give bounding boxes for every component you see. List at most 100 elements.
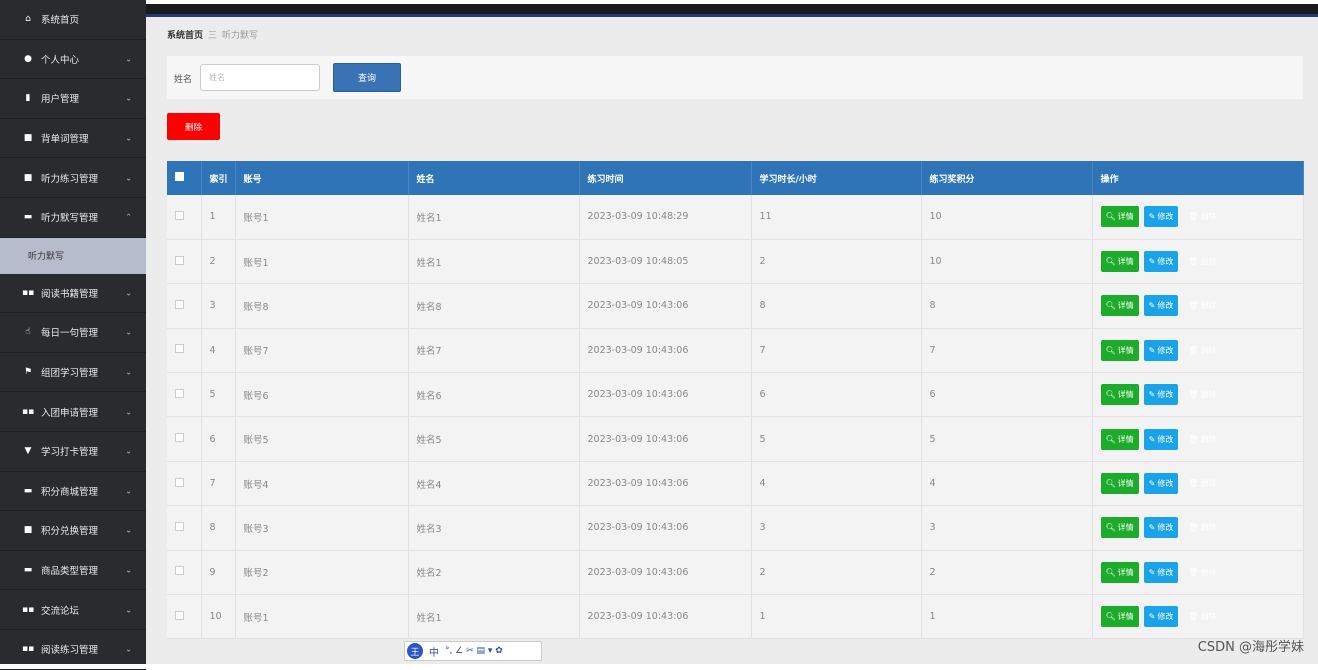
edit-button[interactable]: ✎ 修改 — [1143, 428, 1179, 450]
table-cell: 姓名8 — [408, 283, 580, 329]
row-delete-button[interactable]: 🗑︎ 删除 — [1183, 606, 1221, 627]
detail-button[interactable]: 🔍︎ 详情 — [1100, 473, 1139, 495]
edit-button[interactable]: ✎ 修改 — [1143, 561, 1179, 583]
row-delete-button[interactable]: 🗑︎ 删除 — [1183, 206, 1221, 227]
edit-button[interactable]: ✎ 修改 — [1143, 606, 1179, 628]
chevron-down-icon: ⌄ — [125, 367, 132, 377]
row-delete-button[interactable]: 🗑︎ 删除 — [1183, 473, 1221, 494]
row-checkbox[interactable] — [175, 566, 184, 576]
row-actions: 🔍︎ 详情 ✎ 修改 🗑︎ 删除 — [1100, 384, 1303, 406]
row-checkbox[interactable] — [175, 255, 184, 265]
detail-button[interactable]: 🔍︎ 详情 — [1100, 206, 1139, 228]
sidebar-item-label: 阅读练习管理 — [41, 645, 99, 657]
table-cell: 2023-03-09 10:43:06 — [579, 550, 752, 596]
detail-button[interactable]: 🔍︎ 详情 — [1100, 251, 1139, 273]
row-checkbox[interactable] — [175, 388, 184, 398]
sidebar-item-4[interactable]: ■ 听力练习管理 ⌄ — [0, 158, 146, 198]
row-delete-button-label: 删除 — [1200, 257, 1217, 267]
edit-button[interactable]: ✎ 修改 — [1143, 251, 1179, 273]
detail-button[interactable]: 🔍︎ 详情 — [1100, 517, 1139, 539]
select-all-checkbox[interactable] — [175, 172, 184, 181]
trash-icon: 🗑︎ — [1188, 301, 1199, 311]
row-delete-button[interactable]: 🗑︎ 删除 — [1183, 295, 1221, 316]
edit-button[interactable]: ✎ 修改 — [1143, 339, 1179, 361]
edit-button-label: 修改 — [1157, 212, 1174, 222]
ime-toolbar[interactable]: 王 中 °, ∠ ✂ ▤ ▾ ✿ — [404, 641, 542, 661]
detail-button[interactable]: 🔍︎ 详情 — [1100, 606, 1139, 628]
sidebar-item-label: 商品类型管理 — [41, 566, 99, 578]
chevron-down-icon: ⌄ — [125, 54, 132, 64]
row-checkbox[interactable] — [175, 210, 184, 220]
row-checkbox[interactable] — [175, 521, 184, 531]
detail-button[interactable]: 🔍︎ 详情 — [1100, 561, 1139, 583]
row-actions: 🔍︎ 详情 ✎ 修改 🗑︎ 删除 — [1100, 473, 1303, 495]
sidebar-item-11[interactable]: ▼ 学习打卡管理 ⌄ — [0, 432, 146, 472]
sidebar-item-1[interactable]: ● 个人中心 ⌄ — [0, 40, 146, 80]
sidebar-subitem-listening-dictation[interactable]: 听力默写 — [0, 237, 146, 274]
table-cell: 姓名6 — [408, 372, 580, 418]
row-checkbox[interactable] — [175, 610, 184, 620]
row-delete-button[interactable]: 🗑︎ 删除 — [1183, 517, 1221, 538]
row-actions-cell: 🔍︎ 详情 ✎ 修改 🗑︎ 删除 — [1092, 505, 1304, 551]
row-checkbox-cell — [167, 550, 202, 596]
sidebar-item-8[interactable]: ☝ 每日一句管理 ⌄ — [0, 313, 146, 353]
breadcrumb-home[interactable]: 系统首页 — [167, 31, 203, 41]
row-delete-button[interactable]: 🗑︎ 删除 — [1183, 562, 1221, 583]
menu-icon: ⌂ — [25, 14, 31, 25]
row-actions-cell: 🔍︎ 详情 ✎ 修改 🗑︎ 删除 — [1092, 239, 1304, 285]
search-panel: 姓名 查询 — [167, 56, 1303, 99]
ime-tools-icons[interactable]: °, ∠ ✂ ▤ ▾ ✿ — [445, 646, 503, 656]
sidebar-item-9[interactable]: ⚑ 组团学习管理 ⌄ — [0, 353, 146, 393]
table-cell: 2023-03-09 10:43:06 — [579, 283, 752, 329]
trash-icon: 🗑︎ — [1188, 567, 1199, 577]
sidebar-item-2[interactable]: ▮ 用户管理 ⌄ — [0, 79, 146, 119]
row-delete-button[interactable]: 🗑︎ 删除 — [1183, 429, 1221, 450]
row-checkbox[interactable] — [175, 477, 184, 487]
detail-button[interactable]: 🔍︎ 详情 — [1100, 295, 1139, 317]
edit-button[interactable]: ✎ 修改 — [1143, 473, 1179, 495]
row-delete-button-label: 删除 — [1200, 212, 1217, 222]
chevron-down-icon: ⌄ — [125, 644, 132, 654]
ime-logo-icon[interactable]: 王 — [407, 643, 423, 659]
row-checkbox[interactable] — [175, 344, 184, 354]
sidebar-item-5[interactable]: ▬ 听力默写管理 ⌃ — [0, 198, 146, 238]
sidebar-item-3[interactable]: ■ 背单词管理 ⌄ — [0, 119, 146, 159]
edit-button[interactable]: ✎ 修改 — [1143, 206, 1179, 228]
chevron-down-icon: ⌄ — [125, 605, 132, 615]
sidebar-item-13[interactable]: ■ 积分兑换管理 ⌄ — [0, 511, 146, 551]
name-search-input[interactable] — [200, 64, 320, 91]
table-cell: 5 — [921, 416, 1093, 462]
edit-button[interactable]: ✎ 修改 — [1143, 295, 1179, 317]
sidebar-item-label: 学习打卡管理 — [41, 447, 99, 459]
row-checkbox-cell — [167, 505, 202, 551]
detail-button[interactable]: 🔍︎ 详情 — [1100, 339, 1139, 361]
search-icon: 🔍︎ — [1105, 479, 1116, 489]
table-cell: 10 — [921, 239, 1093, 285]
row-checkbox[interactable] — [175, 433, 184, 443]
sidebar-item-10[interactable]: ▪▪ 入团申请管理 ⌄ — [0, 392, 146, 432]
ime-mode-label[interactable]: 中 — [429, 644, 439, 659]
sidebar-item-label: 阅读书籍管理 — [41, 288, 99, 300]
sidebar-item-14[interactable]: ▬ 商品类型管理 ⌄ — [0, 551, 146, 591]
row-checkbox[interactable] — [175, 299, 184, 309]
select-all-checkbox-cell[interactable] — [167, 161, 202, 195]
search-button[interactable]: 查询 — [333, 63, 401, 92]
batch-delete-button[interactable]: 删除 — [167, 113, 220, 140]
table-cell: 账号1 — [235, 195, 409, 240]
column-header: 账号 — [235, 161, 409, 195]
sidebar-item-0[interactable]: ⌂ 系统首页 — [0, 0, 146, 40]
edit-button[interactable]: ✎ 修改 — [1143, 384, 1179, 406]
sidebar-item-7[interactable]: ▪▪ 阅读书籍管理 ⌄ — [0, 274, 146, 314]
table-cell: 2023-03-09 10:43:06 — [579, 594, 752, 640]
sidebar-item-15[interactable]: ▪▪ 交流论坛 ⌄ — [0, 590, 146, 630]
row-delete-button[interactable]: 🗑︎ 删除 — [1183, 340, 1221, 361]
row-delete-button[interactable]: 🗑︎ 删除 — [1183, 251, 1221, 272]
sidebar-item-12[interactable]: ▬ 积分商城管理 ⌄ — [0, 472, 146, 512]
detail-button[interactable]: 🔍︎ 详情 — [1100, 384, 1139, 406]
row-actions: 🔍︎ 详情 ✎ 修改 🗑︎ 删除 — [1100, 295, 1303, 317]
row-delete-button[interactable]: 🗑︎ 删除 — [1183, 384, 1221, 405]
edit-button[interactable]: ✎ 修改 — [1143, 517, 1179, 539]
detail-button[interactable]: 🔍︎ 详情 — [1100, 428, 1139, 450]
search-icon: 🔍︎ — [1105, 345, 1116, 355]
chevron-down-icon: ⌄ — [125, 565, 132, 575]
